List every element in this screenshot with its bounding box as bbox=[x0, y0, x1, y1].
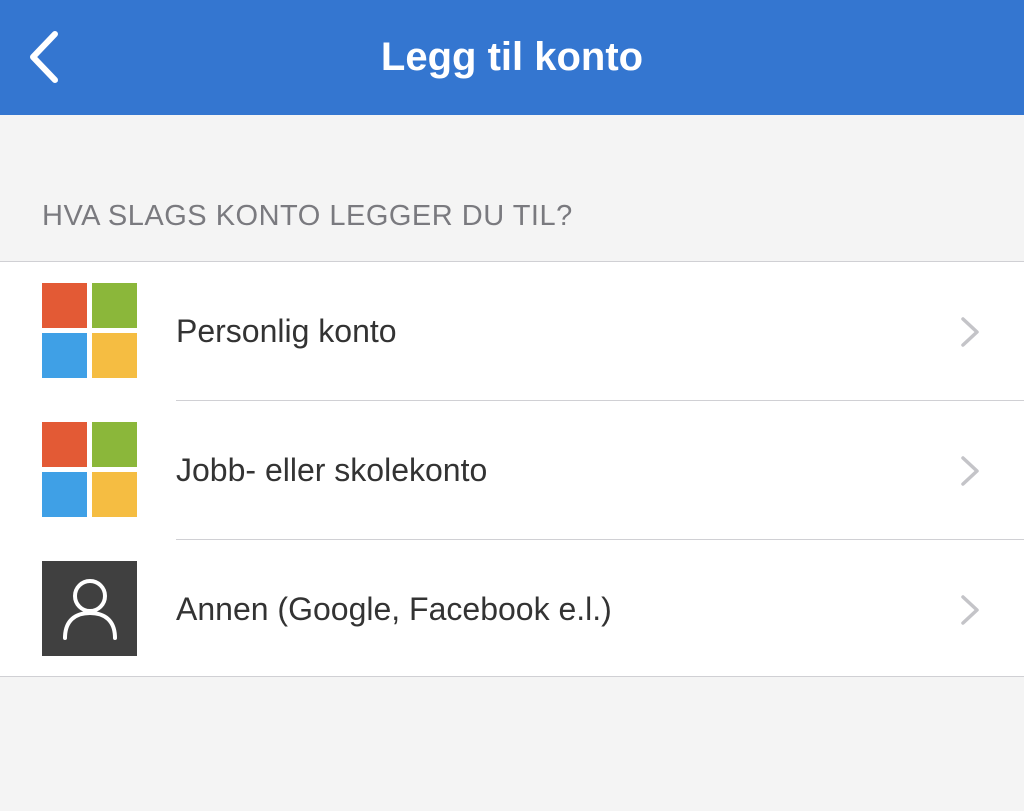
logo-square-yellow bbox=[92, 472, 137, 517]
logo-square-yellow bbox=[92, 333, 137, 378]
logo-square-green bbox=[92, 283, 137, 328]
section-header: HVA SLAGS KONTO LEGGER DU TIL? bbox=[42, 200, 573, 232]
option-label: Jobb- eller skolekonto bbox=[176, 452, 488, 488]
other-account-option[interactable]: Annen (Google, Facebook e.l.) bbox=[0, 540, 1024, 679]
option-label: Personlig konto bbox=[176, 313, 397, 349]
microsoft-logo-icon bbox=[42, 422, 137, 517]
logo-square-red bbox=[42, 422, 87, 467]
option-label: Annen (Google, Facebook e.l.) bbox=[176, 591, 612, 627]
page-title: Legg til konto bbox=[380, 35, 644, 79]
chevron-right-icon bbox=[961, 317, 979, 347]
logo-square-blue bbox=[42, 333, 87, 378]
work-school-account-option[interactable]: Jobb- eller skolekonto bbox=[0, 401, 1024, 540]
personal-account-option[interactable]: Personlig konto bbox=[0, 262, 1024, 401]
person-icon bbox=[42, 561, 137, 656]
person-silhouette bbox=[62, 578, 117, 640]
microsoft-logo-icon bbox=[42, 283, 137, 378]
logo-square-blue bbox=[42, 472, 87, 517]
navigation-bar: Legg til konto bbox=[0, 0, 1024, 115]
logo-square-green bbox=[92, 422, 137, 467]
chevron-right-icon bbox=[961, 595, 979, 625]
account-type-list: Personlig konto Jobb- eller skolekonto A… bbox=[0, 261, 1024, 677]
logo-square-red bbox=[42, 283, 87, 328]
chevron-right-icon bbox=[961, 456, 979, 486]
chevron-left-icon bbox=[30, 31, 58, 83]
back-button[interactable] bbox=[14, 22, 74, 92]
